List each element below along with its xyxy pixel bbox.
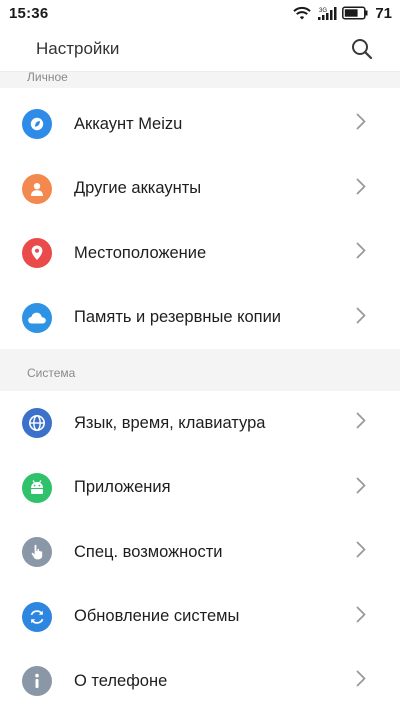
location-pin-icon	[22, 238, 52, 269]
chevron-right-icon	[356, 242, 366, 264]
battery-icon	[342, 6, 368, 20]
globe-icon	[22, 408, 52, 439]
section-title-system: Система	[27, 366, 76, 380]
chevron-right-icon	[356, 307, 366, 329]
person-icon	[22, 173, 52, 204]
wifi-icon	[293, 6, 312, 19]
page-title: Настройки	[36, 38, 120, 58]
chevron-right-icon	[356, 541, 366, 563]
settings-item-label: Местоположение	[74, 243, 207, 262]
status-icons: 3G 71	[292, 5, 392, 22]
cloud-icon	[22, 302, 52, 333]
settings-item-label: Обновление системы	[74, 607, 240, 626]
status-bar: 15:36 3G 71	[0, 0, 400, 26]
info-icon	[22, 666, 52, 697]
chevron-right-icon	[356, 113, 366, 135]
settings-item-cloud[interactable]: Память и резервные копии	[0, 286, 400, 351]
settings-item-info[interactable]: О телефоне	[0, 649, 400, 711]
settings-item-meizu-account[interactable]: Аккаунт Meizu	[0, 92, 400, 157]
settings-item-label: Память и резервные копии	[74, 308, 282, 327]
settings-item-label: Спец. возможности	[74, 542, 223, 561]
personal-settings-list: Аккаунт Meizu Другие аккаунты Местоположен…	[0, 92, 400, 350]
settings-item-label: Язык, время, клавиатура	[74, 413, 266, 432]
settings-item-android[interactable]: Приложения	[0, 456, 400, 521]
system-settings-list: Язык, время, клавиатура Приложения Спец. в…	[0, 391, 400, 711]
chevron-right-icon	[356, 606, 366, 628]
settings-item-hand-pointer[interactable]: Спец. возможности	[0, 520, 400, 585]
section-header-personal: Личное	[0, 72, 400, 88]
settings-item-globe[interactable]: Язык, время, клавиатура	[0, 391, 400, 456]
settings-item-label: Приложения	[74, 478, 171, 497]
chevron-right-icon	[356, 477, 366, 499]
chevron-right-icon	[356, 412, 366, 434]
settings-item-label: Аккаунт Meizu	[74, 114, 183, 133]
settings-item-label: Другие аккаунты	[74, 179, 202, 198]
section-title-personal: Личное	[27, 72, 68, 84]
hand-pointer-icon	[22, 537, 52, 568]
signal-icon: 3G	[318, 6, 337, 20]
refresh-icon	[22, 601, 52, 632]
chevron-right-icon	[356, 178, 366, 200]
settings-item-location-pin[interactable]: Местоположение	[0, 221, 400, 286]
chevron-right-icon	[356, 670, 366, 692]
search-button[interactable]	[348, 35, 376, 63]
status-time: 15:36	[9, 4, 49, 22]
app-bar: Настройки	[0, 26, 400, 72]
settings-item-refresh[interactable]: Обновление системы	[0, 585, 400, 650]
battery-level: 71	[375, 4, 392, 22]
section-header-system: Система	[0, 349, 400, 391]
settings-item-person[interactable]: Другие аккаунты	[0, 157, 400, 222]
meizu-account-icon	[22, 109, 52, 140]
search-icon	[352, 38, 373, 59]
android-icon	[22, 472, 52, 503]
settings-item-label: О телефоне	[74, 671, 168, 690]
